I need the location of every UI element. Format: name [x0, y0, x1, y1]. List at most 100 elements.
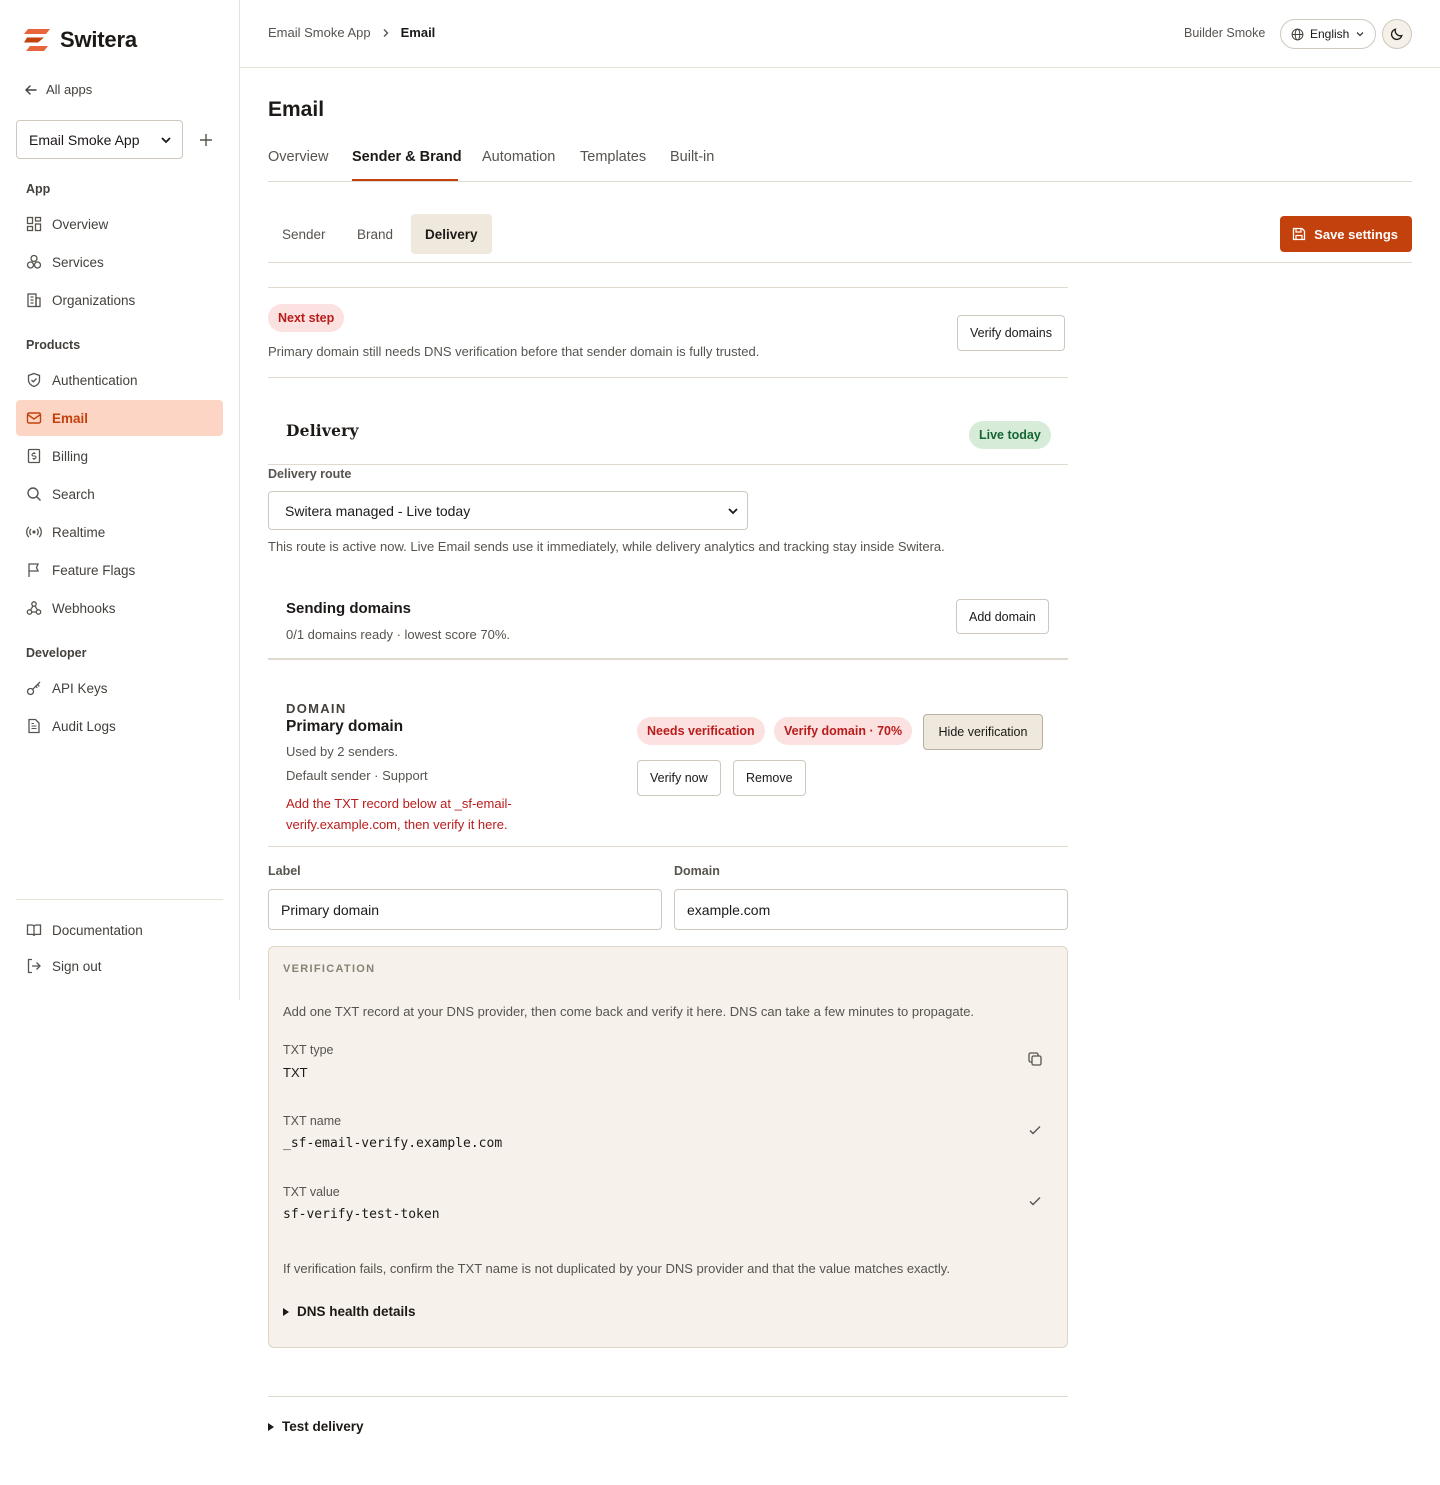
domain-name: Primary domain [286, 718, 404, 735]
sidebar-item-realtime[interactable]: Realtime [16, 514, 223, 550]
add-app-button[interactable] [196, 130, 216, 150]
chevron-down-icon [1356, 32, 1364, 37]
hide-verification-button[interactable]: Hide verification [923, 714, 1043, 750]
record-label: TXT value [283, 1185, 340, 1199]
domain-label-input[interactable]: Primary domain [268, 889, 662, 930]
sidebar-item-audit-logs[interactable]: Audit Logs [16, 708, 223, 744]
sidebar-item-overview[interactable]: Overview [16, 206, 223, 242]
divider [268, 464, 1068, 465]
sub-tabs: Sender Brand Delivery Save settings [268, 213, 1412, 263]
dns-health-details-toggle[interactable]: DNS health details [283, 1304, 416, 1319]
verify-score-badge: Verify domain · 70% [774, 717, 913, 745]
receipt-icon [27, 448, 41, 464]
sidebar-item-documentation[interactable]: Documentation [16, 912, 223, 948]
record-value[interactable]: _sf-email-verify.example.com [283, 1136, 502, 1151]
chevron-down-icon [728, 507, 738, 514]
moon-icon [1390, 28, 1403, 41]
next-step-text: Primary domain still needs DNS verificat… [268, 344, 760, 359]
copy-icon[interactable] [1027, 1051, 1043, 1070]
delivery-route-select[interactable]: Switera managed - Live today [268, 491, 748, 530]
test-delivery-toggle[interactable]: Test delivery [268, 1419, 364, 1434]
divider [268, 287, 1068, 288]
main-tabs: Overview Sender & Brand Automation Templ… [268, 146, 1412, 182]
sidebar-item-label: Search [52, 486, 95, 502]
brand-logo[interactable]: Switera [24, 27, 137, 53]
mail-icon [26, 412, 42, 424]
subtab-brand[interactable]: Brand [343, 214, 407, 254]
sidebar-item-label: Feature Flags [52, 562, 136, 578]
domain-used-by: Used by 2 senders. [286, 744, 399, 759]
subtab-delivery[interactable]: Delivery [411, 214, 492, 254]
chevron-down-icon [161, 136, 171, 143]
delivery-route-help: This route is active now. Live Email sen… [268, 539, 945, 554]
radio-waves-icon [26, 526, 42, 538]
save-icon [1293, 227, 1306, 241]
record-value[interactable]: TXT [283, 1065, 308, 1080]
check-icon[interactable] [1027, 1193, 1043, 1212]
record-value[interactable]: sf-verify-test-token [283, 1207, 440, 1222]
needs-verification-badge: Needs verification [637, 717, 765, 745]
section-label-app: App [26, 182, 51, 196]
sidebar-item-sign-out[interactable]: Sign out [16, 948, 223, 984]
check-icon[interactable] [1027, 1122, 1043, 1141]
active-tab-indicator [352, 179, 458, 181]
verify-now-button[interactable]: Verify now [637, 760, 721, 796]
sidebar-item-label: Overview [52, 216, 109, 232]
sidebar-item-webhooks[interactable]: Webhooks [16, 590, 223, 626]
domain-eyebrow: DOMAIN [286, 701, 347, 716]
plus-icon [200, 134, 212, 146]
sidebar-item-email[interactable]: Email [16, 400, 223, 436]
chevron-right-icon [383, 28, 389, 37]
verify-domains-button[interactable]: Verify domains [957, 315, 1065, 351]
tab-automation[interactable]: Automation [482, 149, 555, 165]
user-name: Builder Smoke [1184, 26, 1266, 40]
key-icon [26, 681, 41, 696]
add-domain-button[interactable]: Add domain [956, 599, 1049, 634]
breadcrumb-app[interactable]: Email Smoke App [268, 25, 371, 40]
sidebar-item-label: Audit Logs [52, 718, 116, 734]
page-title: Email [268, 98, 325, 121]
arrow-left-icon [25, 84, 37, 95]
save-settings-button[interactable]: Save settings [1280, 216, 1412, 252]
sidebar-item-label: Organizations [52, 292, 136, 308]
theme-toggle-button[interactable] [1382, 19, 1412, 49]
tab-built-in[interactable]: Built-in [670, 149, 714, 165]
breadcrumb-current: Email [400, 25, 436, 40]
verification-help: If verification fails, confirm the TXT n… [283, 1261, 950, 1276]
language-select[interactable]: English [1280, 19, 1376, 49]
sending-domains-title: Sending domains [286, 600, 412, 617]
caret-right-icon [268, 1422, 274, 1431]
file-text-icon [28, 718, 40, 734]
tab-overview[interactable]: Overview [268, 149, 328, 165]
app-select-value: Email Smoke App [29, 131, 140, 148]
tab-templates[interactable]: Templates [580, 149, 646, 165]
log-out-icon [27, 958, 41, 974]
sidebar-item-label: Billing [52, 448, 89, 464]
sidebar-item-feature-flags[interactable]: Feature Flags [16, 552, 223, 588]
divider [268, 658, 1068, 660]
sending-domains-summary: 0/1 domains ready · lowest score 70%. [286, 627, 510, 642]
verification-panel: VERIFICATION Add one TXT record at your … [268, 946, 1068, 1348]
sidebar-item-services[interactable]: Services [16, 244, 223, 280]
delivery-route-value: Switera managed - Live today [285, 502, 471, 519]
section-label-products: Products [26, 338, 81, 352]
sidebar-item-organizations[interactable]: Organizations [16, 282, 223, 318]
next-step-badge: Next step [268, 304, 345, 332]
delivery-status-badge: Live today [969, 421, 1051, 449]
sidebar-divider [16, 899, 223, 900]
book-open-icon [26, 924, 42, 937]
test-delivery-label: Test delivery [282, 1419, 364, 1434]
domain-input[interactable]: example.com [674, 889, 1068, 930]
subtab-sender[interactable]: Sender [268, 214, 340, 254]
sidebar-item-label: Documentation [52, 922, 143, 938]
sidebar-item-billing[interactable]: Billing [16, 438, 223, 474]
sidebar-item-api-keys[interactable]: API Keys [16, 670, 223, 706]
remove-domain-button[interactable]: Remove [733, 760, 806, 796]
boxes-icon [26, 254, 42, 269]
grid-icon [26, 216, 42, 232]
sidebar-item-search[interactable]: Search [16, 476, 223, 512]
sidebar-item-authentication[interactable]: Authentication [16, 362, 223, 398]
app-select[interactable]: Email Smoke App [16, 120, 183, 159]
tab-sender-brand[interactable]: Sender & Brand [352, 149, 462, 165]
all-apps-link[interactable]: All apps [24, 82, 92, 97]
